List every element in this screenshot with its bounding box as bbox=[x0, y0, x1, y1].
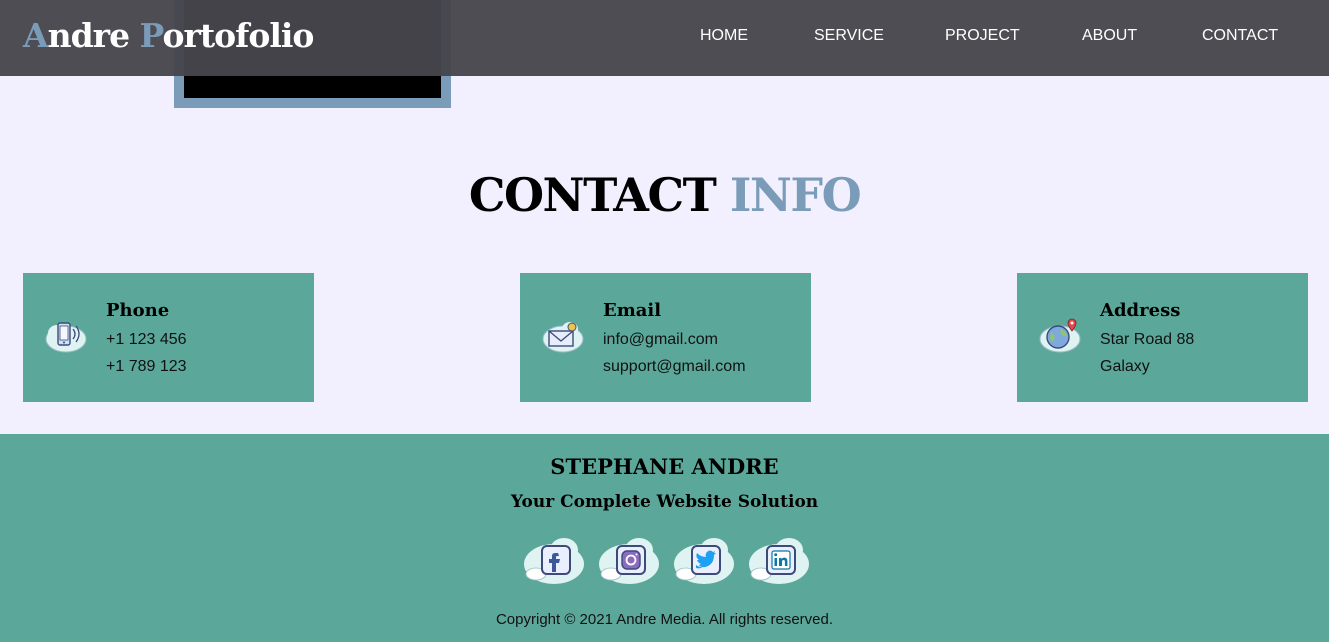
nav-contact[interactable]: CONTACT bbox=[1202, 27, 1278, 45]
footer-name: STEPHANE ANDRE bbox=[550, 454, 779, 479]
brand-initial-p: P bbox=[139, 16, 164, 55]
nav-service[interactable]: SERVICE bbox=[814, 27, 884, 45]
brand-text-2: ortofolio bbox=[162, 16, 314, 55]
footer-tagline: Your Complete Website Solution bbox=[510, 492, 819, 512]
contact-card-email: Email info@gmail.com support@gmail.com bbox=[520, 273, 811, 402]
phone-number-2: +1 789 123 bbox=[106, 358, 187, 375]
twitter-link[interactable] bbox=[672, 532, 736, 588]
navbar: Andre Portofolio HOME SERVICE PROJECT AB… bbox=[0, 0, 1329, 76]
email-icon bbox=[542, 322, 584, 353]
contact-info-title: CONTACT INFO bbox=[0, 168, 1329, 222]
phone-number-1: +1 123 456 bbox=[106, 331, 187, 348]
title-main: CONTACT bbox=[468, 168, 717, 222]
location-globe-icon bbox=[1039, 318, 1081, 353]
brand-text-1: ndre bbox=[47, 16, 140, 55]
brand-logo[interactable]: Andre Portofolio bbox=[23, 16, 314, 55]
linkedin-icon bbox=[749, 538, 809, 584]
nav-about[interactable]: ABOUT bbox=[1082, 27, 1137, 45]
email-address-2: support@gmail.com bbox=[603, 358, 746, 375]
nav-project[interactable]: PROJECT bbox=[945, 27, 1020, 45]
phone-icon bbox=[45, 322, 87, 353]
title-accent: INFO bbox=[729, 168, 862, 222]
instagram-icon bbox=[599, 538, 659, 584]
email-address-1: info@gmail.com bbox=[603, 331, 718, 348]
address-line-1: Star Road 88 bbox=[1100, 331, 1195, 348]
facebook-link[interactable] bbox=[522, 532, 586, 588]
contact-card-address: Address Star Road 88 Galaxy bbox=[1017, 273, 1308, 402]
card-title: Email bbox=[603, 300, 662, 321]
nav-home[interactable]: HOME bbox=[700, 27, 748, 45]
card-title: Phone bbox=[106, 300, 170, 321]
twitter-icon bbox=[674, 538, 734, 584]
linkedin-link[interactable] bbox=[747, 532, 811, 588]
instagram-link[interactable] bbox=[597, 532, 661, 588]
facebook-icon bbox=[524, 538, 584, 584]
card-title: Address bbox=[1100, 300, 1181, 321]
brand-initial-a: A bbox=[23, 16, 49, 55]
contact-card-phone: Phone +1 123 456 +1 789 123 bbox=[23, 273, 314, 402]
footer: STEPHANE ANDRE Your Complete Website Sol… bbox=[0, 434, 1329, 642]
copyright-text: Copyright © 2021 Andre Media. All rights… bbox=[495, 611, 834, 628]
address-line-2: Galaxy bbox=[1100, 358, 1150, 375]
